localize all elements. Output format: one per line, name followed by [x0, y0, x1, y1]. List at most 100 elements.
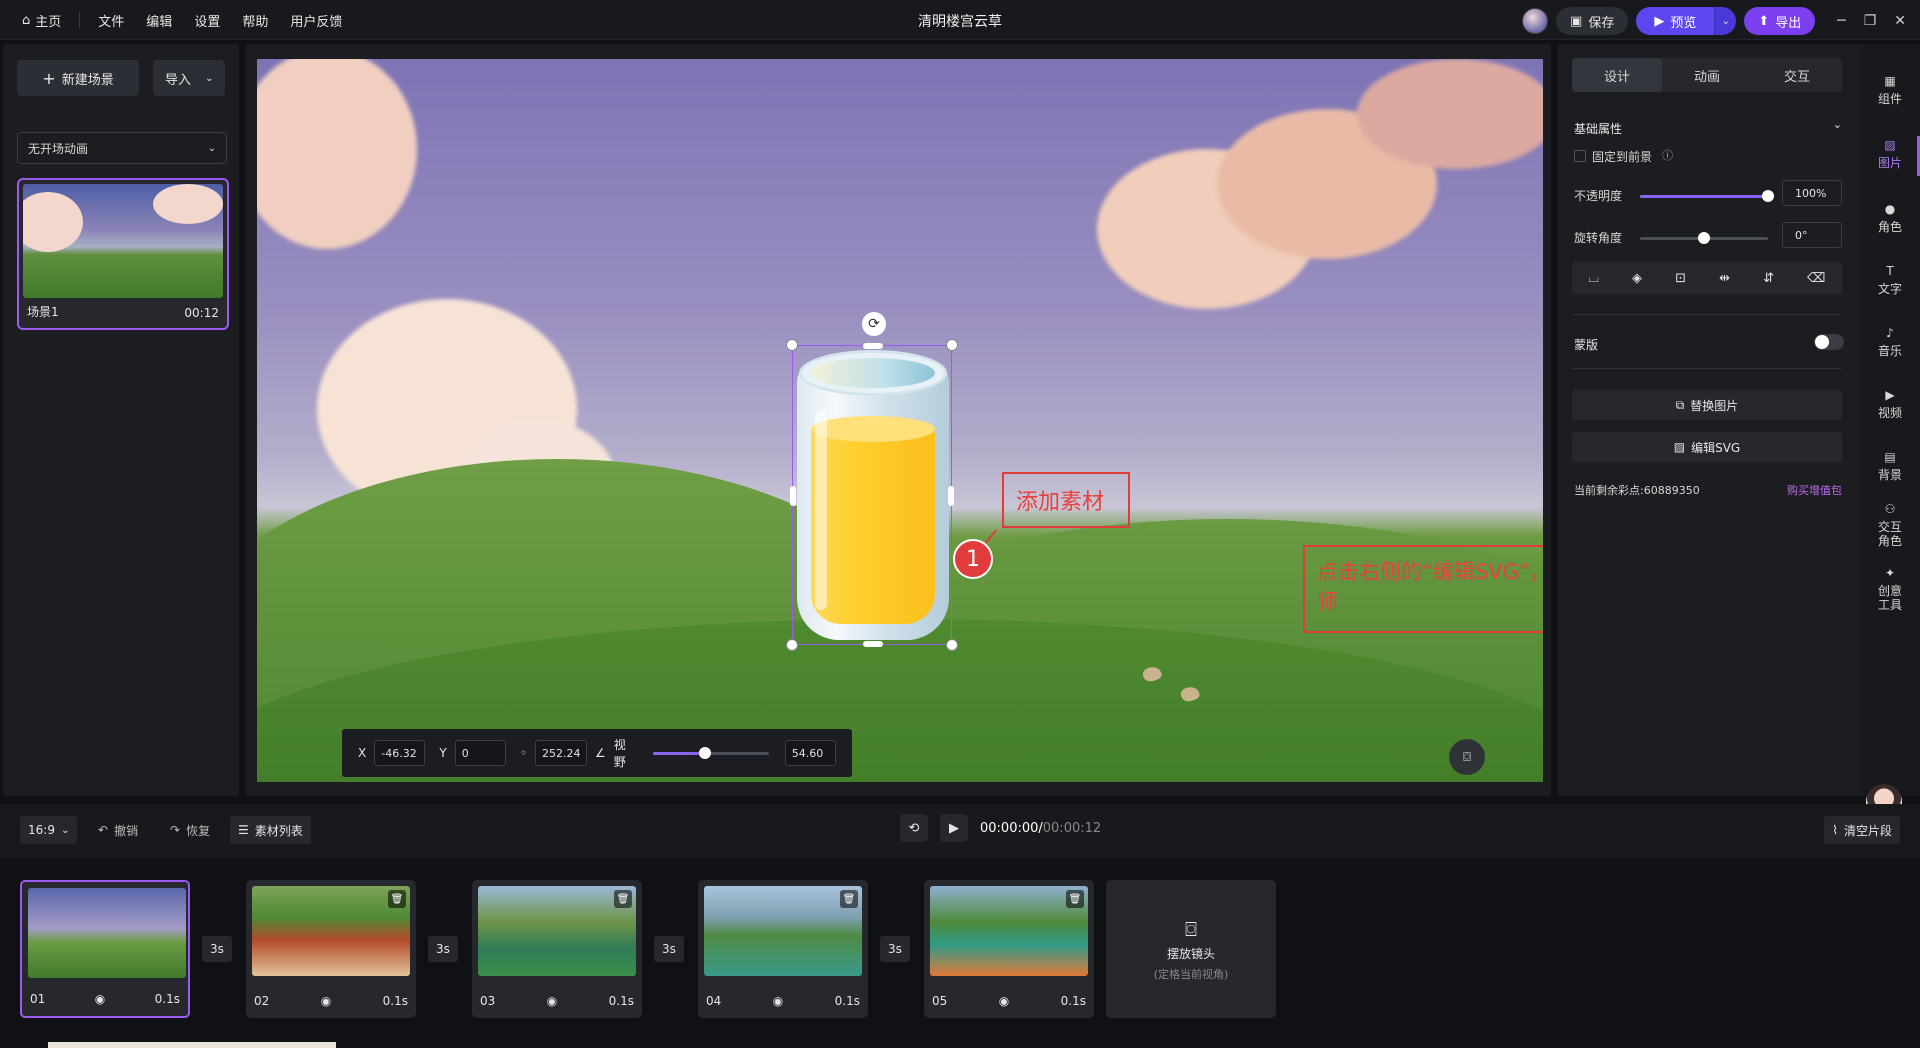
rotate-handle-icon[interactable]: ⟳	[862, 312, 886, 336]
snapshot-button[interactable]: ⌼	[1449, 739, 1485, 775]
juice-cup-image	[797, 350, 949, 642]
preview-button[interactable]: ▶ 预览	[1636, 7, 1715, 35]
menu-edit[interactable]: 编辑	[138, 8, 180, 32]
transition-duration[interactable]: 3s	[202, 936, 232, 962]
scene-card[interactable]: 场景1 00:12	[17, 178, 229, 330]
restore-icon[interactable]: ❐	[1864, 13, 1877, 29]
play-circle-icon[interactable]: ◉	[95, 992, 105, 1006]
play-circle-icon[interactable]: ◉	[999, 994, 1009, 1008]
home-button[interactable]: ⌂ 主页	[14, 8, 69, 32]
trash-icon[interactable]: 🗑	[388, 890, 406, 908]
chevron-down-icon[interactable]: ⌄	[1833, 118, 1842, 131]
opacity-input[interactable]: 100%	[1782, 180, 1842, 206]
resize-handle[interactable]	[948, 486, 954, 506]
edit-svg-button[interactable]: ▨ 编辑SVG	[1572, 432, 1842, 462]
sidebar-item-images[interactable]: ▨ 图片	[1860, 136, 1920, 176]
fov-slider[interactable]	[653, 746, 769, 759]
tab-design[interactable]: 设计	[1572, 58, 1662, 92]
sidebar-item-creative-tools[interactable]: ✦ 创意工具	[1860, 564, 1920, 612]
sidebar-item-interactive-character[interactable]: ⚇ 交互角色	[1860, 500, 1920, 548]
play-circle-icon[interactable]: ◉	[773, 994, 783, 1008]
shot-card[interactable]: 🗑 05 ◉ 0.1s	[924, 880, 1094, 1018]
redo-button[interactable]: ↷ 恢复	[162, 816, 218, 844]
trash-icon[interactable]: 🗑	[614, 890, 632, 908]
pin-checkbox[interactable]	[1574, 150, 1586, 162]
sidebar-item-text[interactable]: T 文字	[1860, 262, 1920, 296]
tab-animation[interactable]: 动画	[1662, 58, 1752, 92]
trash-icon[interactable]: 🗑	[1066, 890, 1084, 908]
x-input[interactable]: -46.32	[374, 740, 426, 766]
divider	[79, 12, 81, 28]
opacity-slider[interactable]	[1640, 190, 1774, 202]
transition-duration[interactable]: 3s	[428, 936, 458, 962]
rotation-input[interactable]: 0°	[1782, 222, 1842, 248]
resize-handle[interactable]	[790, 486, 796, 506]
rotation-slider[interactable]	[1640, 232, 1768, 244]
mask-toggle[interactable]	[1814, 334, 1844, 350]
resize-handle[interactable]	[786, 339, 798, 351]
home-icon: ⌂	[22, 12, 31, 28]
asset-list-button[interactable]: ☰ 素材列表	[230, 816, 311, 844]
resize-handle[interactable]	[863, 641, 883, 647]
menu-help[interactable]: 帮助	[234, 8, 276, 32]
z-input[interactable]: 252.24	[535, 740, 588, 766]
aspect-ratio-select[interactable]: 16:9 ⌄	[20, 816, 78, 844]
trash-icon[interactable]: 🗑	[840, 890, 858, 908]
resize-handle[interactable]	[863, 343, 883, 349]
sidebar-item-characters[interactable]: ● 角色	[1860, 200, 1920, 234]
resize-handle[interactable]	[946, 339, 958, 351]
minimize-icon[interactable]: ─	[1837, 13, 1845, 29]
scroll-strip[interactable]	[48, 1042, 336, 1048]
replace-image-button[interactable]: ⧉ 替换图片	[1572, 390, 1842, 420]
preview-dropdown[interactable]: ⌄	[1714, 7, 1737, 35]
preview-split: ▶ 预览 ⌄	[1636, 7, 1737, 35]
element-toolbar: ⌴ ◈ ⊡ ⇹ ⇵ ⌫	[1572, 262, 1842, 294]
shot-thumbnail	[252, 886, 410, 976]
topbar-actions: ▣ 保存 ▶ 预览 ⌄ ⬆ 导出 ─ ❐ ✕	[1522, 7, 1906, 35]
tab-interaction[interactable]: 交互	[1752, 58, 1842, 92]
export-button[interactable]: ⬆ 导出	[1744, 7, 1816, 35]
upload-icon: ⬆	[1758, 13, 1770, 29]
resize-handle[interactable]	[786, 639, 798, 651]
undo-button[interactable]: ↶ 撤销	[90, 816, 146, 844]
resize-handle[interactable]	[946, 639, 958, 651]
import-button[interactable]: 导入 ⌄	[153, 60, 225, 96]
playback-controls: ⟲ ▶ 00:00:00/00:00:12	[900, 814, 1101, 842]
fov-input[interactable]: 54.60	[784, 740, 836, 766]
menu-feedback[interactable]: 用户反馈	[282, 8, 350, 32]
transition-select[interactable]: 无开场动画 ⌄	[17, 132, 227, 164]
menu-settings[interactable]: 设置	[186, 8, 228, 32]
transition-duration[interactable]: 3s	[880, 936, 910, 962]
help-icon[interactable]: ⓘ	[1662, 147, 1673, 163]
play-circle-icon[interactable]: ◉	[547, 994, 557, 1008]
trash-icon[interactable]: ⌫	[1807, 271, 1825, 286]
shot-card[interactable]: 01 ◉ 0.1s	[20, 880, 190, 1018]
loop-button[interactable]: ⟲	[900, 814, 928, 842]
y-input[interactable]: 0	[454, 740, 506, 766]
sidebar-item-music[interactable]: ♪ 音乐	[1860, 324, 1920, 358]
play-button[interactable]: ▶	[940, 814, 968, 842]
selected-element[interactable]: ⟳	[786, 312, 958, 651]
sidebar-item-components[interactable]: ▦ 组件	[1860, 72, 1920, 106]
flip-horizontal-icon[interactable]: ⇹	[1719, 271, 1730, 286]
buy-package-link[interactable]: 购买增值包	[1787, 482, 1842, 498]
new-scene-button[interactable]: + 新建场景	[17, 60, 139, 96]
shot-card[interactable]: 🗑 02 ◉ 0.1s	[246, 880, 416, 1018]
place-camera-button[interactable]: ⌼ 摆放镜头 (定格当前视角)	[1106, 880, 1276, 1018]
user-avatar[interactable]	[1522, 8, 1549, 34]
menu-file[interactable]: 文件	[90, 8, 132, 32]
close-icon[interactable]: ✕	[1894, 13, 1906, 29]
play-circle-icon[interactable]: ◉	[321, 994, 331, 1008]
shot-card[interactable]: 🗑 03 ◉ 0.1s	[472, 880, 642, 1018]
layers-icon[interactable]: ◈	[1632, 271, 1642, 286]
transition-duration[interactable]: 3s	[654, 936, 684, 962]
sidebar-item-background[interactable]: ▤ 背景	[1860, 448, 1920, 482]
stage-canvas[interactable]: ⟳ 添加素材 1 点击右侧的“编辑SVG”，打开易绘大师	[257, 59, 1543, 782]
clear-clips-button[interactable]: ⌇ 清空片段	[1824, 816, 1900, 844]
flip-vertical-icon[interactable]: ⇵	[1763, 271, 1774, 286]
shot-card[interactable]: 🗑 04 ◉ 0.1s	[698, 880, 868, 1018]
save-button[interactable]: ▣ 保存	[1556, 7, 1629, 35]
lock-icon[interactable]: ⊡	[1675, 271, 1686, 286]
sidebar-item-video[interactable]: ▶ 视频	[1860, 386, 1920, 420]
basket-icon[interactable]: ⌴	[1589, 271, 1599, 286]
